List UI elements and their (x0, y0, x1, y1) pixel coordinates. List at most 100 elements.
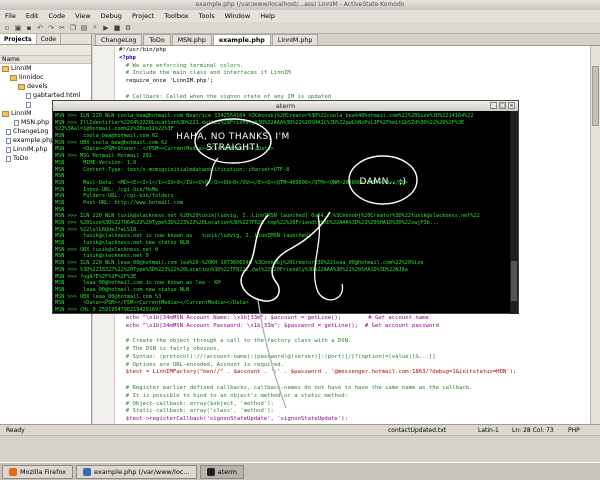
tab-msn-php[interactable]: MSN.php (171, 34, 212, 45)
file-icon (26, 101, 31, 108)
code-line: # Static-callback: array('class', 'metho… (119, 408, 274, 415)
terminal-line: MSN Folders-URL: /cgi-bin/folders (55, 193, 174, 200)
cut-icon[interactable]: ✂ (57, 23, 67, 33)
terminal-scroll-thumb[interactable] (511, 261, 517, 301)
aterm-title: aterm (275, 102, 296, 110)
find-icon[interactable]: ⌕ (90, 23, 100, 33)
terminal-line: MSN >>> ?ogA?E%2F%2F%2F%3E (55, 273, 137, 280)
tab-projects[interactable]: Projects (0, 34, 37, 44)
aterm-window[interactable]: aterm _ □ × MSN >>> ILN 220 NLN coola_be… (52, 100, 519, 314)
tree-item-label: linnidoc (19, 74, 44, 81)
terminal-line: MSN coola_bea@hotmail.com 62 (55, 133, 159, 140)
tab-changelog[interactable]: ChangeLog (95, 34, 143, 45)
terminal-line: MSN (55, 206, 65, 213)
taskbar-firefox[interactable]: Mozilla Firefox (2, 464, 73, 479)
aterm-titlebar[interactable]: aterm _ □ × (53, 101, 518, 111)
tree-item[interactable]: gabtarted.html (0, 91, 91, 100)
file-icon (6, 137, 11, 144)
new-file-icon[interactable]: ▫ (2, 23, 12, 33)
menu-file[interactable]: File (0, 10, 21, 22)
file-icon (6, 155, 11, 162)
code-bottom: # Get credentials from user. echo "\x1b[… (119, 307, 589, 424)
paste-icon[interactable]: ▤ (79, 23, 89, 33)
menu-tools[interactable]: Tools (194, 10, 220, 22)
window-title: example.php (/var/www/localhost/...ass) … (0, 0, 600, 10)
menu-project[interactable]: Project (127, 10, 159, 22)
code-line: #!/usr/bin/php (119, 47, 167, 53)
tab-linnim-php[interactable]: LinnIM.php (271, 34, 319, 45)
terminal-line: MSN tuxik@slackness.net new status NLN (55, 240, 190, 247)
terminal-line: MSN (55, 173, 65, 180)
terminal-line: MSN >>> CHL 0 2591954796219429169? (55, 306, 162, 313)
tree-item[interactable]: devels (0, 82, 91, 91)
terminal-line: MSN >>> %22lolL6QdeJfeLS18... (55, 226, 146, 233)
terminal-line: MSN Mail-Data: <MD><E><I>1</I><IU>0</IU>… (55, 179, 408, 186)
terminal-line: MSN >>> ILN 220 NLN tuxik@slackness.net … (55, 213, 480, 220)
terminal-output[interactable]: MSN >>> ILN 220 NLN coola_bea@hotmail.co… (55, 113, 510, 313)
menu-help[interactable]: Help (255, 10, 280, 22)
tree-item[interactable]: linnidoc (0, 73, 91, 82)
terminal-line: MSN leaa_00@hotmail.com is now known as … (55, 280, 221, 287)
name-column-header[interactable]: Name (0, 56, 91, 64)
tree-item[interactable]: LinnIM (0, 64, 91, 73)
redo-icon[interactable]: ↷ (46, 23, 56, 33)
scroll-thumb[interactable] (592, 66, 599, 126)
terminal-line: MSN >>> IllIdentifier%2264%2220Location%… (55, 119, 465, 126)
editor-tabs: ChangeLog ToDo MSN.php example.php LinnI… (93, 34, 600, 46)
tab-example-php[interactable]: example.php (212, 34, 271, 45)
stop-icon[interactable]: ■ (112, 23, 122, 33)
menu-toolbox[interactable]: Toolbox (159, 10, 193, 22)
main-toolbar: ▫ ▣ ▪ ↶ ↷ ✂ ❐ ▤ ⌕ ▶ ■ ⚙ (0, 22, 600, 34)
terminal-line: MSN >>> ILN 220 NLN coola_bea@hotmail.co… (55, 113, 474, 119)
editor-scrollbar[interactable] (590, 46, 600, 424)
terminal-line: MSN leaa_00@hotmail.com new status NLN (55, 286, 190, 293)
save-icon[interactable]: ▪ (24, 23, 34, 33)
taskbar-label: Mozilla Firefox (20, 467, 66, 476)
debug-icon[interactable]: ⚙ (123, 23, 133, 33)
firefox-icon (9, 467, 17, 476)
terminal-line: MSN Content-Type: text/x-msmsgsinitialmd… (55, 166, 290, 173)
tree-item-label: ToDo (13, 155, 29, 162)
menubar: File Edit Code View Debug Project Toolbo… (0, 10, 600, 22)
terminal-scrollbar[interactable] (510, 111, 518, 314)
code-line: echo "\x1b[34mMSN Account Name: \x1b[33m… (119, 314, 429, 321)
taskbar-label: example.php (/var/www/loc... (93, 467, 190, 476)
menu-code[interactable]: Code (43, 10, 70, 22)
code-line: require_once 'LinnIM.php'; (119, 78, 214, 85)
tree-item-label: LinnIM (11, 65, 32, 72)
terminal-line: %22%3Aal=1@hotmail.com%22%20sm11%22%3F (55, 126, 174, 133)
menu-edit[interactable]: Edit (21, 10, 44, 22)
terminal-line: MSN tuxik@slackness.net is now known as … (55, 233, 312, 240)
terminal-line: MSN >>> UBX leaa_00@hotmail.com 53 (55, 293, 162, 300)
terminal-line: MSN >>> %20Size%3D%227064%22%20Type%3D%2… (55, 220, 440, 226)
run-icon[interactable]: ▶ (101, 23, 111, 33)
code-line: # Register earlier defined callbacks, ca… (119, 384, 473, 391)
minimize-icon[interactable]: _ (490, 102, 497, 109)
terminal-line: MSN MIME-Version: 1.0 (55, 159, 137, 166)
tree-item-label: MSN.php (21, 119, 50, 126)
maximize-icon[interactable]: □ (499, 102, 506, 109)
copy-icon[interactable]: ❐ (68, 23, 78, 33)
menu-view[interactable]: View (70, 10, 95, 22)
close-icon[interactable]: × (508, 102, 515, 109)
terminal-line: MSN >>> ILN 220 NLN leaa_00@hotmail.com … (55, 260, 424, 267)
open-folder-icon[interactable]: ▣ (13, 23, 23, 33)
taskbar-komodo[interactable]: example.php (/var/www/loc... (75, 464, 197, 479)
tree-item-label: LinnIM (11, 110, 32, 117)
folder-icon (10, 74, 17, 81)
tab-code[interactable]: Code (37, 34, 61, 44)
taskbar: Mozilla Firefox example.php (/var/www/lo… (0, 462, 600, 480)
komodo-icon (82, 467, 91, 476)
terminal-line: MSN >>> UBX tuxik@slackness.net 0 (55, 246, 159, 253)
menu-debug[interactable]: Debug (96, 10, 127, 22)
taskbar-aterm[interactable]: aterm (199, 464, 244, 479)
tab-todo[interactable]: ToDo (143, 34, 171, 45)
menu-window[interactable]: Window (220, 10, 256, 22)
tree-item-label: example.php (13, 137, 55, 144)
status-bar: Ready contactUpdated.txt Latin-1 Ln: 28 … (0, 424, 600, 435)
panel-toolbar (0, 45, 91, 56)
undo-icon[interactable]: ↶ (35, 23, 45, 33)
